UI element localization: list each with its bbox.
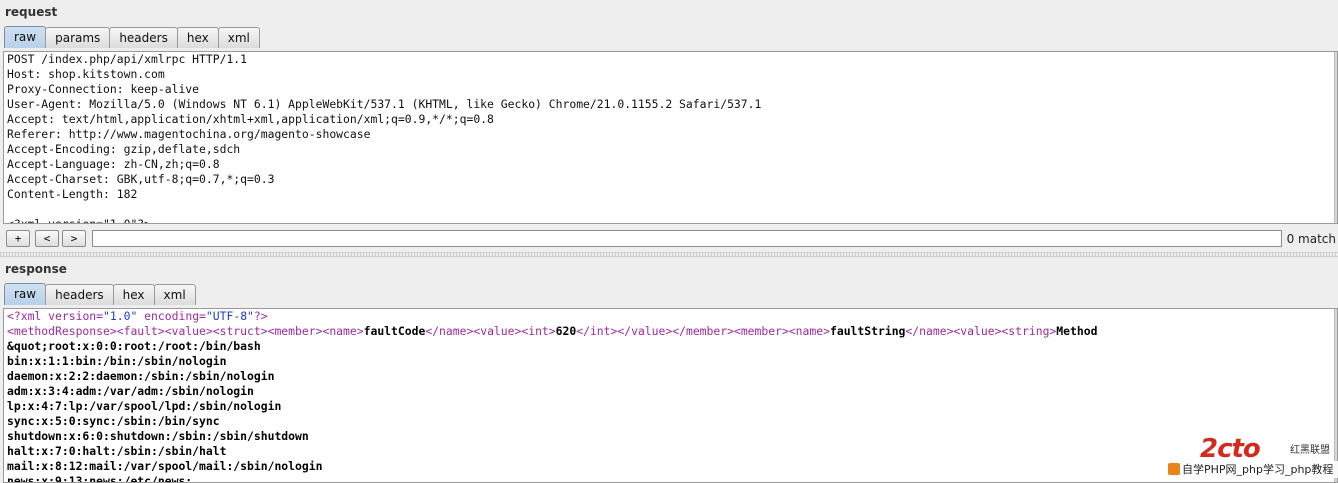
- response-tabs: raw headers hex xml: [4, 283, 196, 305]
- fault-method-text: Method: [1056, 324, 1098, 338]
- passwd-line: halt:x:7:0:halt:/sbin:/sbin/halt: [7, 444, 227, 458]
- search-options-button[interactable]: +: [6, 230, 30, 247]
- php-site-icon: [1168, 463, 1180, 475]
- xml-decl-encoding-value: "UTF-8": [205, 309, 254, 323]
- match-count: 0 match: [1286, 232, 1336, 246]
- response-editor[interactable]: <?xml version="1.0" encoding="UTF-8"?> <…: [3, 308, 1338, 483]
- passwd-line: news:x:9:13:news:/etc/news:: [7, 474, 193, 483]
- response-tab-hex[interactable]: hex: [112, 284, 155, 305]
- search-input[interactable]: [92, 230, 1282, 247]
- watermark-bar: 自学PHP网_php学习_php教程: [1166, 461, 1338, 478]
- response-tab-raw[interactable]: raw: [4, 283, 47, 305]
- request-tab-xml[interactable]: xml: [217, 27, 260, 48]
- passwd-line: shutdown:x:6:0:shutdown:/sbin:/sbin/shut…: [7, 429, 309, 443]
- passwd-line: mail:x:8:12:mail:/var/spool/mail:/sbin/n…: [7, 459, 323, 473]
- xml-decl-attr-version: version=: [48, 309, 104, 323]
- passwd-dump: &quot;root:x:0:0:root:/root:/bin/bash bi…: [7, 339, 323, 483]
- watermark: 2cto 红黑联盟 自学PHP网_php学习_php教程: [1166, 434, 1338, 478]
- response-tab-xml[interactable]: xml: [153, 284, 196, 305]
- passwd-line: sync:x:5:0:sync:/sbin:/bin/sync: [7, 414, 220, 428]
- passwd-line: daemon:x:2:2:daemon:/sbin:/sbin/nologin: [7, 369, 275, 383]
- fault-code-label: faultCode: [363, 324, 426, 338]
- response-panel: response raw headers hex xml <?xml versi…: [0, 256, 1338, 483]
- xml-tags-open: <methodResponse><fault><value><struct><m…: [7, 324, 364, 338]
- request-tab-raw[interactable]: raw: [4, 26, 47, 48]
- request-tab-headers[interactable]: headers: [109, 27, 178, 48]
- passwd-line: lp:x:4:7:lp:/var/spool/lpd:/sbin/nologin: [7, 399, 282, 413]
- response-title: response: [5, 262, 67, 276]
- watermark-logo: 2cto: [1200, 434, 1261, 464]
- request-tabs: raw params headers hex xml: [4, 26, 260, 48]
- request-search-bar: + < > 0 match: [4, 229, 1338, 249]
- xml-decl-attr-encoding: encoding=: [137, 309, 206, 323]
- xml-decl-close: ?>: [253, 309, 268, 323]
- request-body[interactable]: POST /index.php/api/xmlrpc HTTP/1.1 Host…: [4, 52, 1337, 223]
- search-next-button[interactable]: >: [62, 230, 86, 247]
- passwd-line: &quot;root:x:0:0:root:/root:/bin/bash: [7, 339, 261, 353]
- request-tab-params[interactable]: params: [45, 27, 111, 48]
- request-title: request: [5, 5, 58, 19]
- xml-tags-int-open: </name><value><int>: [425, 324, 556, 338]
- watermark-bar-text: 自学PHP网_php学习_php教程: [1182, 463, 1334, 476]
- fault-code-value: 620: [555, 324, 577, 338]
- response-body[interactable]: <?xml version="1.0" encoding="UTF-8"?> <…: [4, 309, 1337, 483]
- passwd-line: adm:x:3:4:adm:/var/adm:/sbin/nologin: [7, 384, 254, 398]
- fault-string-label: faultString: [829, 324, 906, 338]
- response-tab-headers[interactable]: headers: [45, 284, 114, 305]
- passwd-line: bin:x:1:1:bin:/bin:/sbin/nologin: [7, 354, 227, 368]
- request-tab-hex[interactable]: hex: [176, 27, 219, 48]
- xml-tags-member-close: </int></value></member><member><name>: [576, 324, 830, 338]
- xml-tags-string-open: </name><value><string>: [905, 324, 1057, 338]
- xml-decl-open: <?xml: [7, 309, 49, 323]
- search-previous-button[interactable]: <: [35, 230, 59, 247]
- xml-decl-version-value: "1.0": [103, 309, 138, 323]
- request-editor[interactable]: POST /index.php/api/xmlrpc HTTP/1.1 Host…: [3, 51, 1338, 224]
- watermark-cn-text: 红黑联盟: [1290, 445, 1330, 456]
- request-scrollbar[interactable]: [1334, 52, 1337, 223]
- request-panel: request raw params headers hex xml POST …: [0, 0, 1338, 253]
